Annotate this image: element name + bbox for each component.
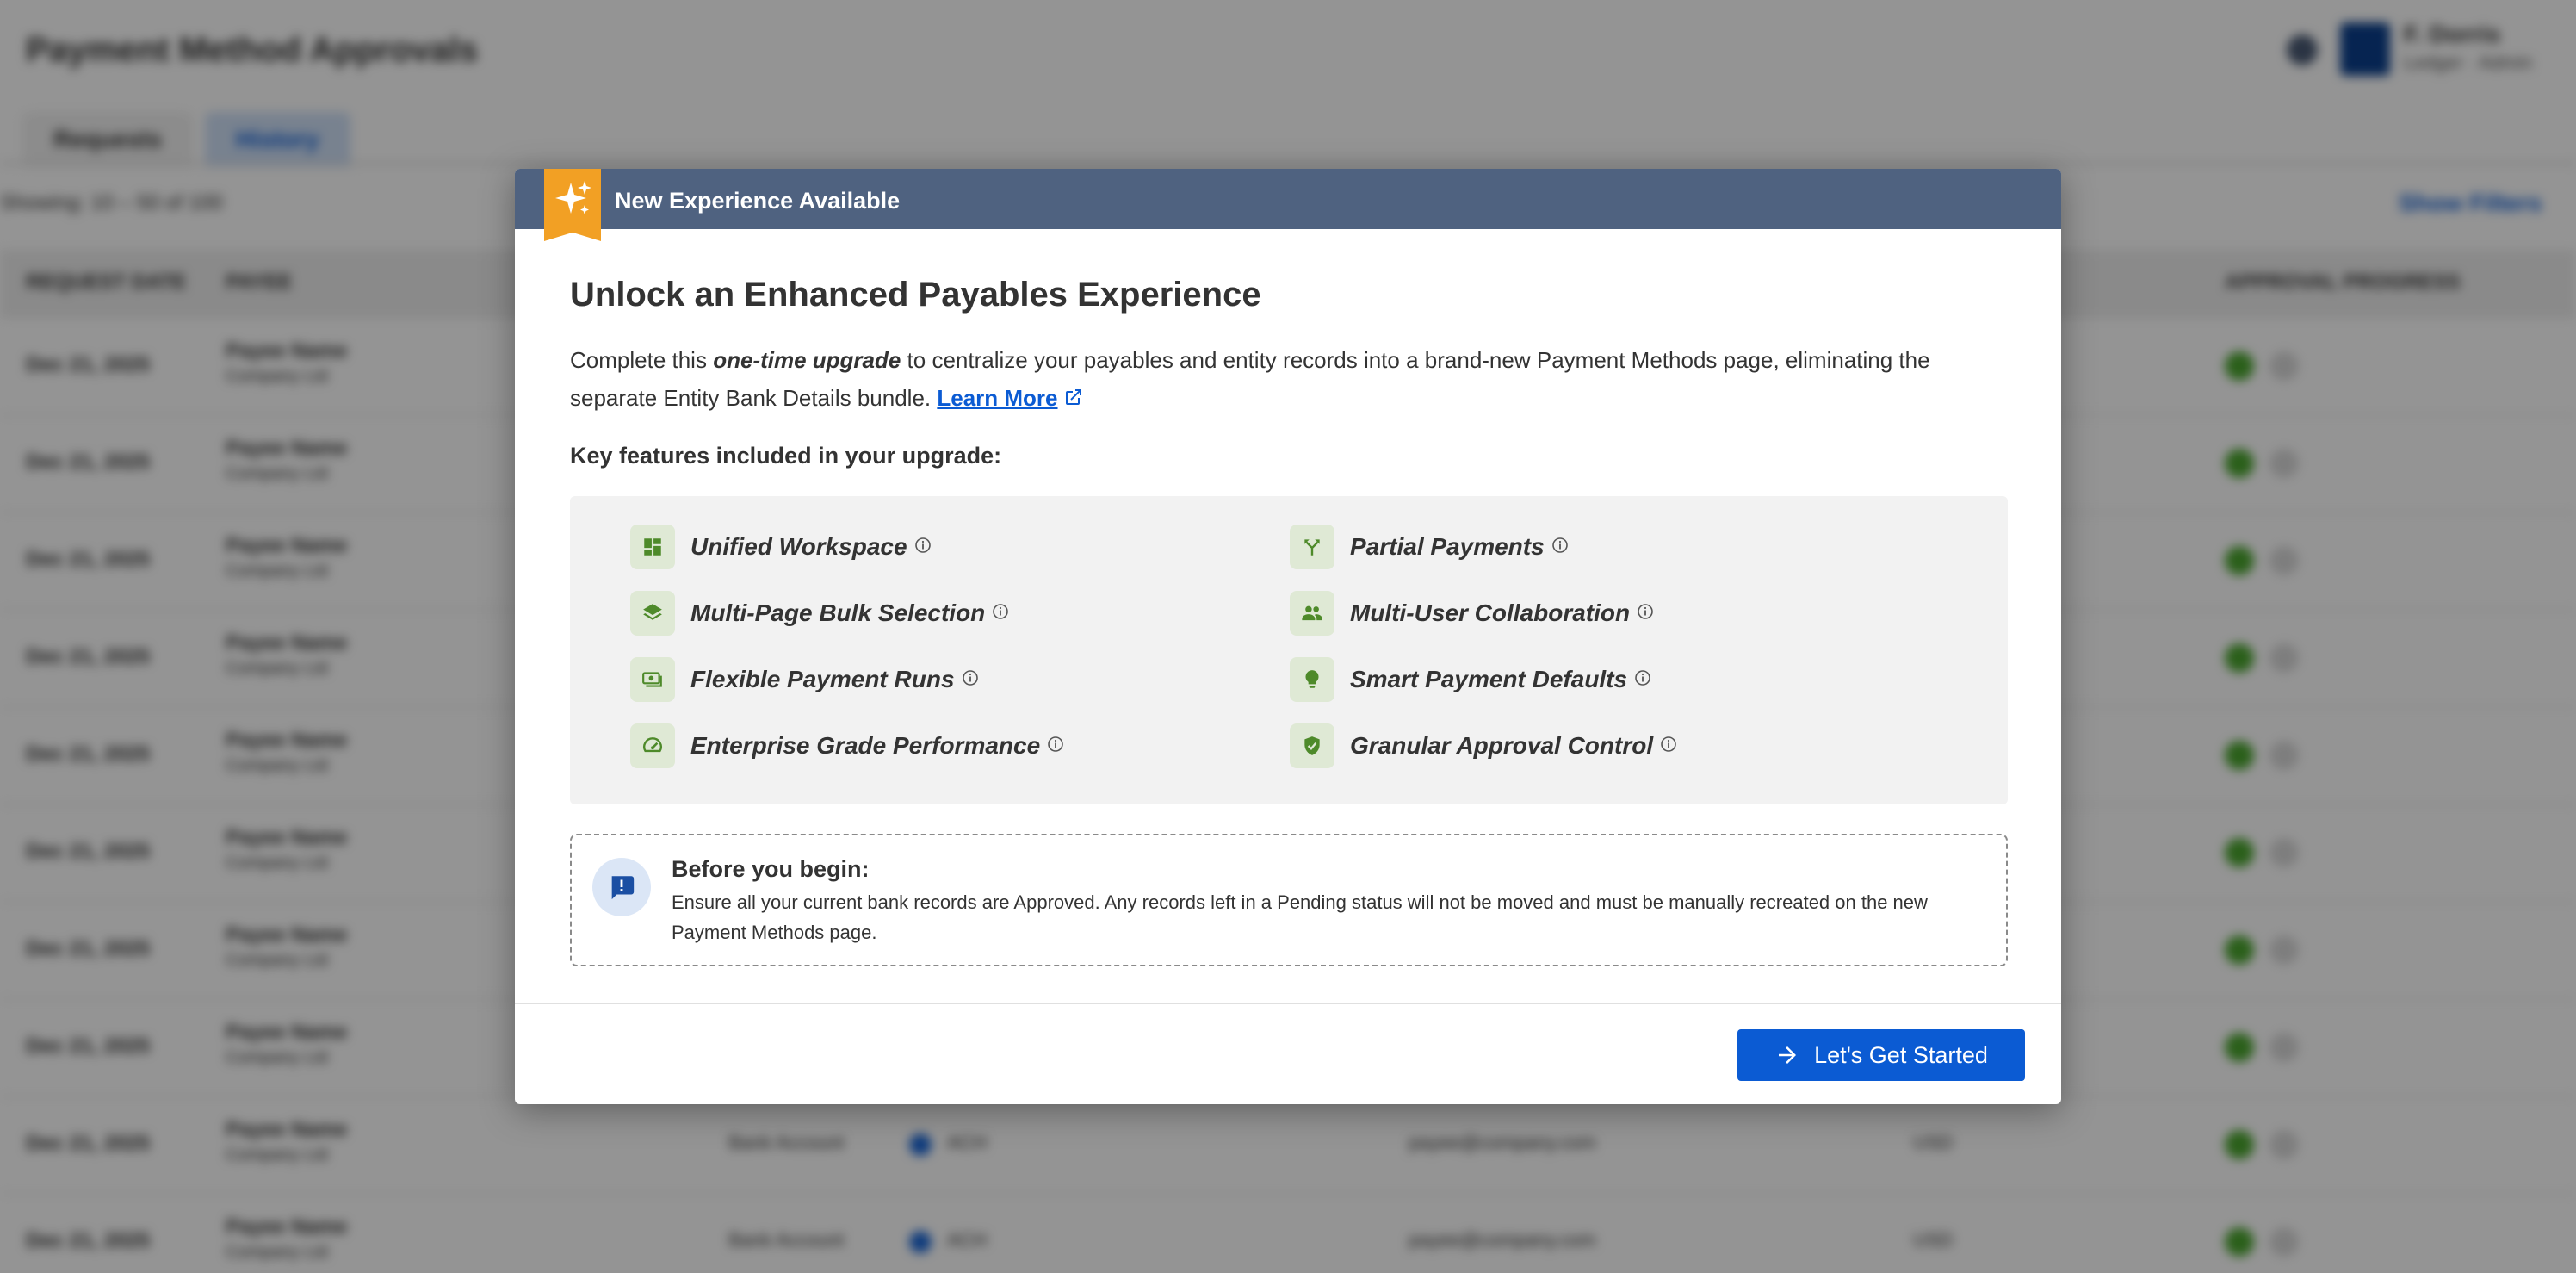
before-you-begin-notice: Before you begin: Ensure all your curren… xyxy=(570,834,2008,966)
footer-divider xyxy=(515,1003,2061,1004)
feature-smart-payment-defaults: Smart Payment Defaults xyxy=(1290,657,1651,702)
notice-title: Before you begin: xyxy=(672,856,870,882)
ribbon-badge xyxy=(544,169,601,241)
info-icon[interactable] xyxy=(962,669,979,691)
feature-label: Partial Payments xyxy=(1350,533,1545,560)
description-emphasis: one-time upgrade xyxy=(713,347,901,373)
description-prefix: Complete this xyxy=(570,347,714,373)
get-started-button[interactable]: Let's Get Started xyxy=(1737,1029,2025,1081)
feature-label: Smart Payment Defaults xyxy=(1350,666,1628,692)
feature-label: Enterprise Grade Performance xyxy=(690,732,1041,759)
feature-multi-page-bulk-selection: Multi-Page Bulk Selection xyxy=(630,591,1009,636)
feature-enterprise-grade-performance: Enterprise Grade Performance xyxy=(630,723,1064,768)
feature-label: Multi-Page Bulk Selection xyxy=(690,599,986,626)
feature-flexible-payment-runs: Flexible Payment Runs xyxy=(630,657,979,702)
feature-partial-payments: Partial Payments xyxy=(1290,525,1569,569)
info-icon[interactable] xyxy=(1551,537,1569,558)
announcement-icon xyxy=(592,858,651,916)
feature-label: Granular Approval Control xyxy=(1350,732,1654,759)
feature-label: Flexible Payment Runs xyxy=(690,666,955,692)
feature-unified-workspace: Unified Workspace xyxy=(630,525,932,569)
dashboard-icon xyxy=(630,525,675,569)
get-started-label: Let's Get Started xyxy=(1814,1041,1988,1068)
feature-granular-approval-control: Granular Approval Control xyxy=(1290,723,1677,768)
notice-text: Ensure all your current bank records are… xyxy=(672,891,1928,943)
info-icon[interactable] xyxy=(914,537,932,558)
feature-label: Multi-User Collaboration xyxy=(1350,599,1631,626)
features-panel: Unified Workspace Multi-Page Bulk Select… xyxy=(570,496,2008,804)
info-icon[interactable] xyxy=(992,603,1009,624)
info-icon[interactable] xyxy=(1637,603,1654,624)
learn-more-label: Learn More xyxy=(937,385,1058,411)
info-icon[interactable] xyxy=(1634,669,1651,691)
features-heading: Key features included in your upgrade: xyxy=(570,443,1002,469)
lightbulb-icon xyxy=(1290,657,1334,702)
feature-label: Unified Workspace xyxy=(690,533,907,560)
learn-more-link[interactable]: Learn More xyxy=(937,385,1083,411)
info-icon[interactable] xyxy=(1660,736,1677,757)
speed-icon xyxy=(630,723,675,768)
modal-title: Unlock an Enhanced Payables Experience xyxy=(570,276,1261,314)
arrow-right-icon xyxy=(1779,1046,1797,1064)
people-icon xyxy=(1290,591,1334,636)
info-icon[interactable] xyxy=(1047,736,1064,757)
modal-description: Complete this one-time upgrade to centra… xyxy=(570,341,2016,419)
split-icon xyxy=(1290,525,1334,569)
payments-icon xyxy=(630,657,675,702)
modal-header: New Experience Available xyxy=(515,169,2061,241)
external-link-icon xyxy=(1063,381,1084,419)
upgrade-modal: New Experience Available Unlock an Enhan… xyxy=(515,169,2061,1104)
modal-header-title: New Experience Available xyxy=(615,188,901,214)
feature-multi-user-collaboration: Multi-User Collaboration xyxy=(1290,591,1654,636)
shield-check-icon xyxy=(1290,723,1334,768)
layers-icon xyxy=(630,591,675,636)
sparkle-icon xyxy=(555,181,591,214)
